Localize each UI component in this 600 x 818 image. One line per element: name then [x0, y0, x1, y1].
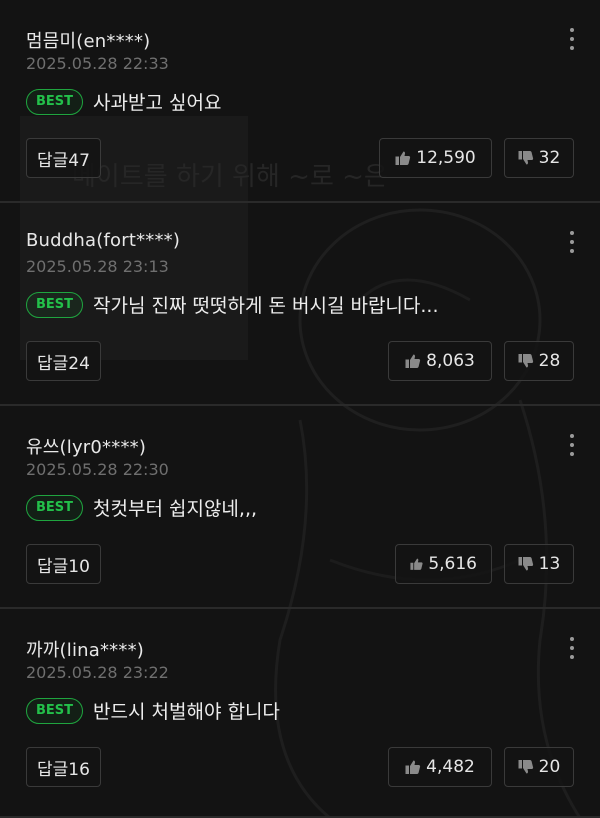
best-badge: BEST: [26, 291, 84, 318]
best-badge: BEST: [26, 88, 84, 115]
comment-author: 유쓰(lyr0****): [26, 437, 147, 458]
thumbs-up-icon: [405, 760, 421, 774]
thumbs-down-icon: [518, 760, 533, 774]
reply-label: 답글10: [37, 556, 90, 577]
thumbs-up-icon: [395, 151, 411, 165]
dislike-count: 28: [538, 351, 561, 371]
best-badge: BEST: [26, 697, 84, 724]
more-vertical-icon[interactable]: [564, 432, 580, 458]
like-button[interactable]: 8,063: [388, 341, 492, 381]
like-button[interactable]: 5,616: [395, 544, 492, 584]
comment-body: BEST 작가님 진짜 떳떳하게 돈 버시길 바랍니다...: [26, 291, 439, 318]
like-button[interactable]: 12,590: [379, 138, 492, 178]
dislike-button[interactable]: 20: [504, 747, 574, 787]
dislike-count: 32: [538, 148, 561, 168]
dislike-count: 20: [538, 757, 561, 777]
comment-item: 유쓰(lyr0****) 2025.05.28 22:30 BEST 첫컷부터 …: [0, 406, 600, 609]
like-count: 4,482: [426, 757, 475, 777]
best-badge: BEST: [26, 494, 84, 521]
comment-date: 2025.05.28 22:33: [26, 54, 169, 73]
dislike-count: 13: [538, 554, 561, 574]
more-vertical-icon[interactable]: [564, 635, 580, 661]
reply-button[interactable]: 답글16: [26, 747, 101, 787]
comment-item: 멈믐미(en****) 2025.05.28 22:33 BEST 사과받고 싶…: [0, 0, 600, 203]
thumbs-up-icon: [410, 558, 423, 570]
dislike-button[interactable]: 28: [504, 341, 574, 381]
reply-button[interactable]: 답글10: [26, 544, 101, 584]
reply-button[interactable]: 답글24: [26, 341, 101, 381]
reply-button[interactable]: 답글47: [26, 138, 101, 178]
thumbs-down-icon: [518, 354, 533, 368]
comment-text: 작가님 진짜 떳떳하게 돈 버시길 바랍니다...: [93, 295, 439, 317]
like-count: 12,590: [416, 148, 476, 168]
comment-body: BEST 첫컷부터 쉽지않네,,,: [26, 494, 257, 521]
comment-author: 멈믐미(en****): [26, 31, 151, 52]
dislike-button[interactable]: 32: [504, 138, 574, 178]
comment-author: Buddha(fort****): [26, 230, 181, 251]
thumbs-down-icon: [518, 151, 533, 165]
like-button[interactable]: 4,482: [388, 747, 492, 787]
like-count: 8,063: [426, 351, 475, 371]
dislike-button[interactable]: 13: [504, 544, 574, 584]
thumbs-up-icon: [405, 354, 421, 368]
comment-item: 까까(lina****) 2025.05.28 23:22 BEST 반드시 처…: [0, 609, 600, 818]
comment-text: 반드시 처벌해야 합니다: [93, 701, 280, 723]
comment-body: BEST 반드시 처벌해야 합니다: [26, 697, 280, 724]
comment-item: Buddha(fort****) 2025.05.28 23:13 BEST 작…: [0, 203, 600, 406]
comment-body: BEST 사과받고 싶어요: [26, 88, 221, 115]
reply-label: 답글24: [37, 353, 90, 374]
reply-label: 답글16: [37, 759, 90, 780]
like-count: 5,616: [428, 554, 477, 574]
more-vertical-icon[interactable]: [564, 26, 580, 52]
comment-date: 2025.05.28 23:22: [26, 663, 169, 682]
reply-label: 답글47: [37, 150, 90, 171]
comment-text: 사과받고 싶어요: [93, 92, 222, 114]
comment-date: 2025.05.28 23:13: [26, 257, 169, 276]
comment-author: 까까(lina****): [26, 640, 145, 661]
thumbs-down-icon: [518, 557, 533, 571]
comment-text: 첫컷부터 쉽지않네,,,: [93, 498, 258, 520]
comment-list-screen: 메이트를 하기 위해 ~로 ~은 멈믐미(en****) 2025.05.28 …: [0, 0, 600, 818]
comment-date: 2025.05.28 22:30: [26, 460, 169, 479]
more-vertical-icon[interactable]: [564, 229, 580, 255]
